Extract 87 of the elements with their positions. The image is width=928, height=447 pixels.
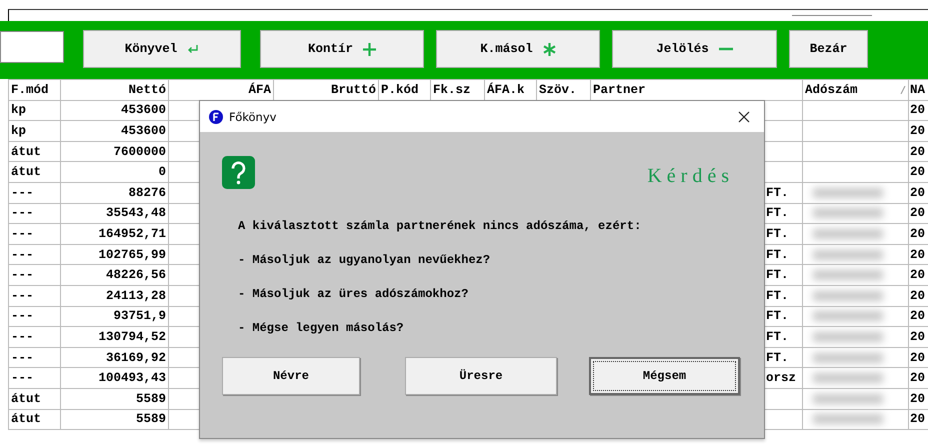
redacted-text [813, 352, 883, 363]
question-icon [222, 156, 255, 189]
toolbar-button[interactable]: Jelölés [612, 30, 777, 68]
input-field[interactable] [0, 31, 64, 63]
toolbar-button[interactable]: Bezár [789, 30, 868, 68]
table-cell: --- [8, 264, 60, 286]
message-text: A kiválasztott számla partnerének nincs adószáma, ezért: [238, 219, 642, 233]
redacted-text [813, 208, 883, 218]
table-cell: --- [8, 285, 60, 306]
redacted-text [813, 332, 883, 342]
table-cell: átut [8, 388, 60, 409]
column-header[interactable]: Partner [590, 80, 802, 100]
table-cell: átut [8, 409, 60, 430]
table-cell: 7600000 [60, 141, 168, 162]
column-header[interactable]: ÁFA [168, 80, 274, 100]
asterisk-icon [542, 42, 556, 56]
table-cell: FT. [766, 330, 789, 344]
table-cell: --- [8, 224, 60, 244]
column-header[interactable]: Bruttó [274, 80, 378, 100]
dialog-button[interactable]: Névre [222, 357, 360, 395]
column-header[interactable]: Szöv. [536, 80, 590, 100]
table-cell: FT. [766, 288, 789, 303]
table-cell: kp [8, 100, 60, 121]
toolbar-button[interactable]: Kontír [260, 30, 424, 68]
column-header[interactable]: NA [908, 80, 928, 100]
table-cell: --- [8, 182, 60, 204]
table-cell: orsz [766, 371, 796, 386]
table-cell: 453600 [60, 100, 168, 121]
table-cell: 24113,28 [60, 285, 168, 306]
table-cell: kp [8, 120, 60, 142]
redacted-text [813, 250, 883, 260]
message-text: - Másoljuk az ugyanolyan nevűekhez? [238, 253, 492, 267]
column-header[interactable]: Nettó [60, 80, 168, 100]
table-cell: --- [8, 347, 60, 368]
redacted-text [813, 311, 883, 322]
toolbar-button[interactable]: Könyvel [83, 30, 241, 68]
table-cell: átut [8, 141, 60, 162]
dialog-button[interactable]: Mégsem [589, 357, 740, 395]
table-cell: FT. [766, 186, 789, 200]
table-cell: FT. [766, 248, 789, 262]
table-cell: --- [8, 244, 60, 265]
column-header[interactable]: ÁFA.k [484, 80, 536, 100]
plus-icon [363, 42, 376, 56]
redacted-text [813, 414, 883, 424]
table-cell: --- [8, 203, 60, 224]
redacted-text [813, 270, 883, 280]
window-title: Főkönyv [229, 110, 278, 124]
table-cell: 36169,92 [60, 347, 168, 368]
return-arrow-icon [187, 44, 200, 54]
column-header[interactable]: Adószám [802, 80, 908, 100]
close-icon[interactable] [738, 110, 750, 122]
redacted-text [813, 373, 883, 384]
redacted-text [813, 188, 883, 198]
table-cell: FT. [766, 350, 789, 365]
column-header[interactable]: F.mód [8, 80, 60, 100]
table-cell: 35543,48 [60, 203, 168, 224]
table-cell: 0 [60, 162, 168, 182]
table-cell: 5589 [60, 388, 168, 409]
app-icon [209, 110, 223, 124]
table-cell: --- [8, 306, 60, 327]
dialog-button[interactable]: Üresre [405, 357, 557, 395]
column-header[interactable]: Fk.sz [430, 80, 484, 100]
message-text: - Másoljuk az üres adószámokhoz? [238, 287, 470, 301]
table-cell: 164952,71 [60, 224, 168, 244]
table-cell: 100493,43 [60, 368, 168, 388]
table-cell: --- [8, 326, 60, 348]
table-cell: 5589 [60, 409, 168, 430]
table-cell: FT. [766, 226, 789, 241]
table-cell: 130794,52 [60, 326, 168, 348]
message-text: - Mégse legyen másolás? [238, 321, 405, 335]
column-header[interactable]: P.kód [378, 80, 430, 100]
table-cell: 102765,99 [60, 244, 168, 265]
table-cell: FT. [766, 309, 789, 324]
table-cell: 48226,56 [60, 264, 168, 286]
toolbar-button[interactable]: K.másol [436, 30, 600, 68]
redacted-text [813, 290, 883, 301]
redacted-text [813, 394, 883, 404]
minus-icon [718, 47, 733, 51]
redacted-text [813, 228, 883, 239]
table-cell: FT. [766, 206, 789, 220]
table-cell: FT. [766, 268, 789, 282]
table-cell: --- [8, 368, 60, 388]
dialog-heading: Kérdés [647, 165, 734, 188]
table-cell: 93751,9 [60, 306, 168, 327]
table-cell: átut [8, 162, 60, 182]
table-cell: 88276 [60, 182, 168, 204]
table-cell: 453600 [60, 120, 168, 142]
